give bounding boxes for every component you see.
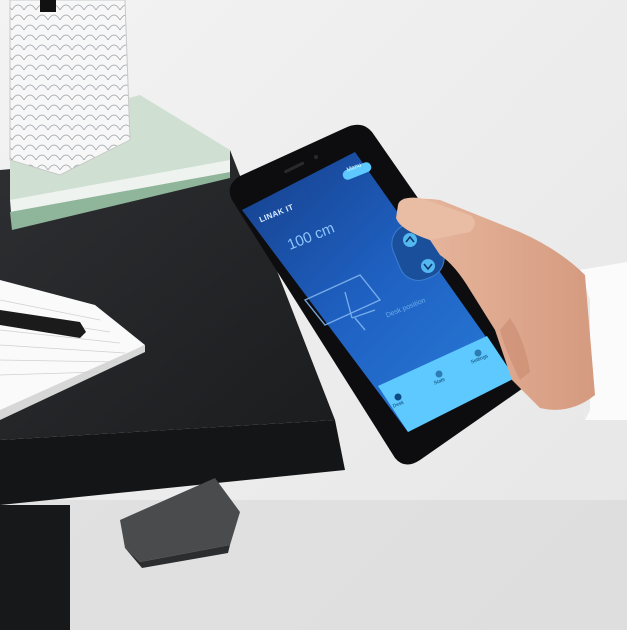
chevron-up-icon (403, 233, 417, 247)
settings-icon (474, 349, 482, 357)
scene-illustration (0, 0, 627, 630)
stats-icon (435, 370, 443, 378)
chevron-down-icon (421, 259, 435, 273)
photo-scene: LINAK IT 100 cm Menu Desk position Desk … (0, 0, 627, 630)
desk-icon (394, 393, 402, 401)
